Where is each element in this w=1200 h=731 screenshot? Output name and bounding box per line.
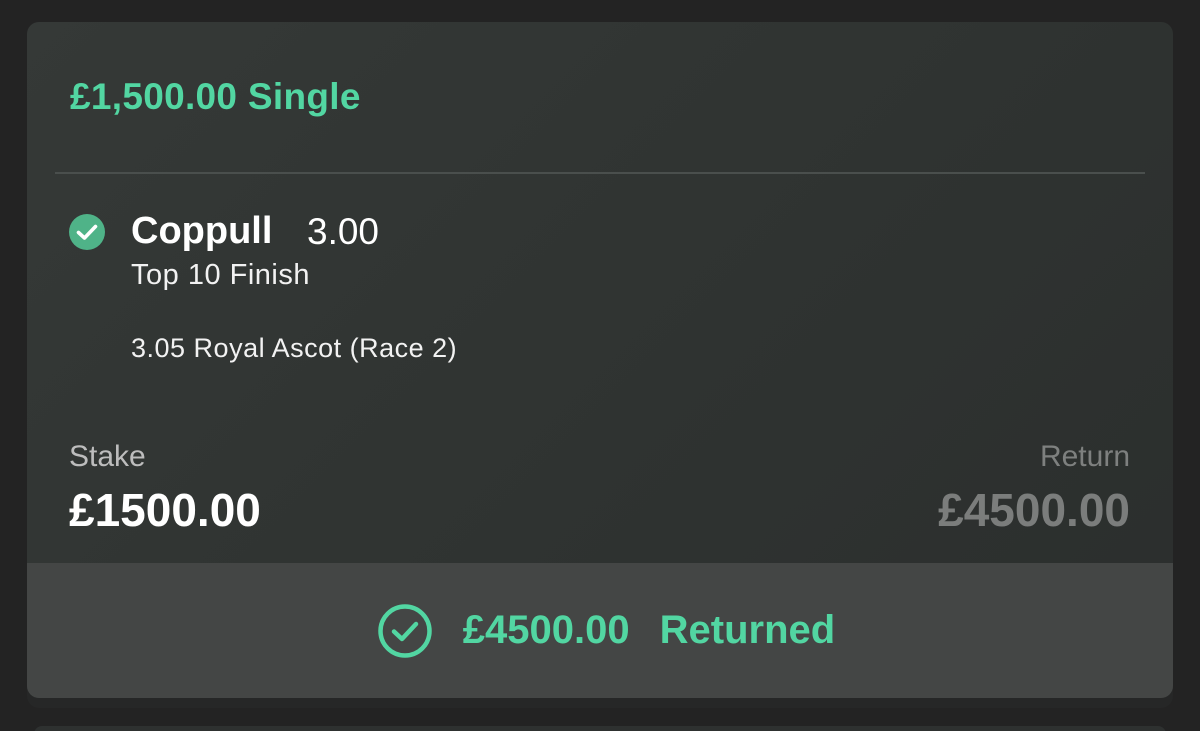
bet-card[interactable]: £1,500.00 Single Coppull 3.00 Top 10 Fin… (27, 22, 1173, 698)
divider (55, 172, 1145, 174)
return-label: Return (1039, 440, 1130, 473)
market-name: Top 10 Finish (131, 259, 310, 291)
return-value: £4500.00 (938, 484, 1130, 536)
next-bet-card-edge (34, 726, 1166, 731)
returned-status: Returned (659, 608, 836, 652)
check-circle-filled-icon (69, 214, 105, 250)
returned-amount: £4500.00 (462, 608, 630, 652)
stake-label: Stake (69, 440, 146, 473)
result-summary: £4500.00 Returned (377, 603, 835, 659)
stake-value: £1500.00 (69, 484, 261, 536)
check-circle-outline-icon (378, 603, 432, 658)
selection-name: Coppull (131, 210, 273, 252)
bet-history-screen: £1,500.00 Single Coppull 3.00 Top 10 Fin… (0, 0, 1200, 731)
selection-odds: 3.00 (307, 211, 380, 252)
bet-title: £1,500.00 Single (70, 76, 361, 117)
event-name: 3.05 Royal Ascot (Race 2) (131, 333, 458, 363)
result-bar: £4500.00 Returned (27, 563, 1173, 698)
